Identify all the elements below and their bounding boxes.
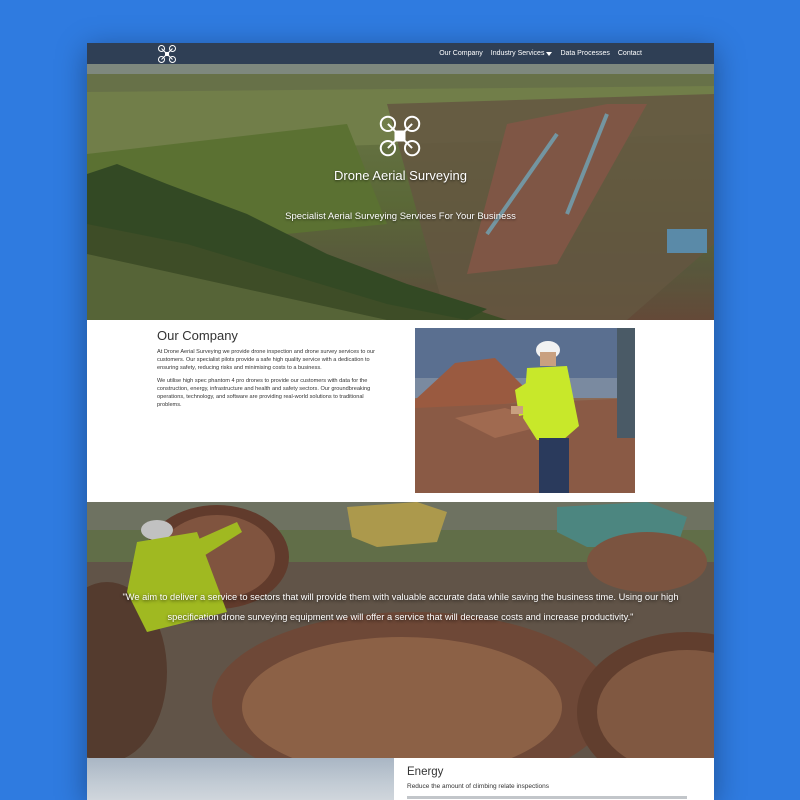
nav-our-company[interactable]: Our Company	[439, 50, 483, 57]
energy-subheading: Reduce the amount of climbing relate ins…	[407, 783, 549, 790]
nav-contact[interactable]: Contact	[618, 50, 642, 57]
hero-aerial-photo	[87, 64, 714, 320]
hero-subtitle: Specialist Aerial Surveying Services For…	[285, 211, 516, 222]
website-page: Our Company Industry Services Data Proce…	[87, 43, 714, 800]
quote-section: "We aim to deliver a service to sectors …	[87, 502, 714, 758]
energy-body-text-cutoff	[407, 796, 687, 799]
nav-industry-services[interactable]: Industry Services	[491, 50, 553, 57]
drone-icon[interactable]	[157, 44, 177, 64]
energy-section: Energy Reduce the amount of climbing rel…	[87, 758, 714, 800]
hero-banner: Drone Aerial Surveying Specialist Aerial…	[87, 64, 714, 320]
nav-data-processes[interactable]: Data Processes	[560, 50, 609, 57]
chevron-down-icon	[546, 51, 553, 56]
hero-title: Drone Aerial Surveying	[334, 168, 467, 183]
company-paragraph-1: At Drone Aerial Surveying we provide dro…	[157, 349, 375, 372]
nav-menu: Our Company Industry Services Data Proce…	[439, 43, 642, 64]
pipes-background-photo	[87, 502, 714, 758]
energy-heading: Energy	[407, 766, 444, 778]
top-navbar: Our Company Industry Services Data Proce…	[87, 43, 714, 64]
mission-quote: "We aim to deliver a service to sectors …	[122, 592, 679, 622]
surveyor-photo	[415, 328, 635, 493]
company-heading: Our Company	[157, 328, 238, 343]
nav-industry-services-label: Industry Services	[490, 50, 545, 57]
company-paragraph-2: We utilise high spec phantom 4 pro drone…	[157, 378, 371, 409]
our-company-section: Our Company At Drone Aerial Surveying we…	[87, 320, 714, 502]
energy-image	[87, 758, 394, 800]
hero-drone-logo	[379, 115, 421, 157]
